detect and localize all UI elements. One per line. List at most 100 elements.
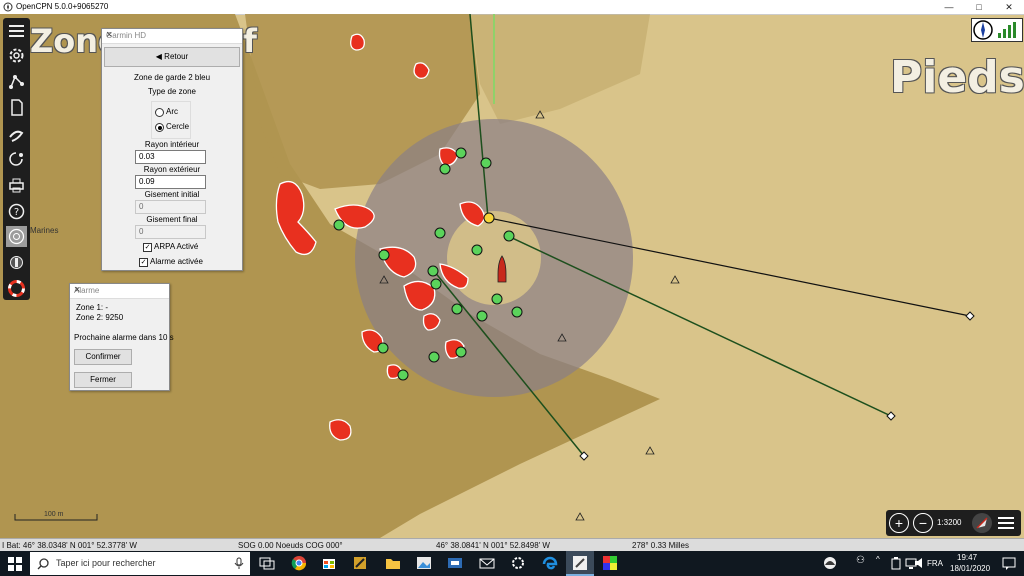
alarm-checkbox[interactable]: ✓ — [139, 258, 148, 267]
settings-app-icon[interactable] — [510, 555, 526, 571]
menu-button[interactable] — [996, 515, 1016, 531]
zone-type-group: Arc Cercle — [151, 101, 191, 139]
guard-zone-dialog: Garmin HD × ◀ Retour Zone de garde 2 ble… — [101, 28, 243, 271]
end-bearing-input: 0 — [135, 225, 206, 239]
ship-icon — [976, 517, 988, 529]
arpa-target — [439, 163, 451, 175]
depth-marker — [575, 512, 585, 521]
back-button[interactable]: ◀ Retour — [104, 47, 240, 67]
close-icon[interactable]: × — [106, 29, 237, 41]
hamburger-icon — [9, 25, 24, 37]
zoom-out-button[interactable]: − — [913, 513, 933, 533]
zone1-status: Zone 1: - — [76, 303, 109, 312]
opencpn-taskbar-button[interactable] — [566, 551, 594, 576]
status-bar: I Bat: 46° 38.0348' N 001° 52.3778' W SO… — [0, 538, 1024, 552]
window-title: OpenCPN 5.0.0+9065270 — [16, 2, 109, 11]
clock-time[interactable]: 19:47 — [957, 553, 977, 562]
taskbar-search-box[interactable]: Taper ici pour rechercher — [30, 552, 250, 575]
battery-icon[interactable] — [890, 555, 902, 571]
zone-type-label: Type de zone — [147, 87, 197, 96]
close-icon[interactable]: × — [74, 284, 164, 296]
microphone-icon — [234, 557, 244, 569]
minimize-button[interactable]: — — [934, 0, 964, 14]
zone2-status: Zone 2: 9250 — [76, 313, 124, 322]
store-icon[interactable] — [321, 555, 337, 571]
arpa-target — [451, 303, 463, 315]
inner-radius-label: Rayon intérieur — [144, 140, 200, 149]
gear-icon — [9, 48, 24, 63]
dialog-header: Garmin HD × — [102, 29, 242, 44]
search-placeholder: Taper ici pour rechercher — [56, 558, 156, 568]
radio-arc[interactable] — [155, 108, 164, 117]
depth-marker — [645, 446, 655, 455]
print-button[interactable] — [6, 175, 27, 196]
depth-marker — [670, 275, 680, 284]
radar-plugin-button[interactable] — [6, 226, 27, 247]
start-bearing-input: 0 — [135, 200, 206, 214]
close-window-button[interactable]: ✕ — [994, 0, 1024, 14]
arpa-target — [427, 265, 439, 277]
radio-circle[interactable] — [155, 123, 164, 132]
alarm-checkbox-label: Alarme activée — [150, 257, 203, 266]
windows-start-icon[interactable] — [8, 557, 22, 571]
arpa-target — [428, 351, 440, 363]
confirm-button[interactable]: Confirmer — [74, 349, 132, 365]
mail-icon[interactable] — [479, 555, 495, 571]
outer-radius-input[interactable]: 0.09 — [135, 175, 206, 189]
help-button[interactable]: ? — [6, 201, 27, 222]
vector-end — [965, 311, 975, 321]
arpa-checkbox[interactable]: ✓ — [143, 243, 152, 252]
document-icon — [11, 99, 23, 116]
toolbar-menu-button[interactable] — [6, 20, 27, 41]
outer-radius-label: Rayon extérieur — [143, 165, 201, 174]
close-alarm-button[interactable]: Fermer — [74, 372, 132, 388]
tides-button[interactable] — [6, 149, 27, 170]
color-app-icon[interactable] — [602, 555, 618, 571]
volume-icon[interactable] — [914, 555, 926, 571]
arpa-target — [480, 157, 492, 169]
zoom-in-button[interactable]: + — [889, 513, 909, 533]
zoom-control-panel: + − 1:3200 — [886, 510, 1021, 536]
guard-zone-inner — [447, 211, 541, 305]
track-button[interactable] — [6, 123, 27, 144]
photo-app-icon[interactable] — [416, 555, 432, 571]
arpa-target — [511, 306, 523, 318]
route-button[interactable] — [6, 71, 27, 92]
maximize-button[interactable]: □ — [964, 0, 994, 14]
network-app-icon[interactable] — [447, 555, 463, 571]
app-icon[interactable] — [352, 555, 368, 571]
edge-icon[interactable] — [542, 555, 558, 571]
compass-widget[interactable] — [971, 18, 1023, 42]
file-explorer-icon[interactable] — [385, 555, 401, 571]
clock-date[interactable]: 18/01/2020 — [950, 564, 990, 573]
inner-radius-input[interactable]: 0.03 — [135, 150, 206, 164]
weather-icon[interactable] — [822, 555, 838, 571]
arpa-target — [377, 342, 389, 354]
arpa-target-selected — [483, 212, 495, 224]
lifebuoy-icon — [8, 280, 25, 297]
input-language[interactable]: FRA — [927, 559, 943, 568]
scale-readout: 1:3200 — [937, 518, 962, 527]
mob-button[interactable] — [6, 278, 27, 299]
track-icon — [9, 130, 24, 142]
speed-course: SOG 0.00 Noeuds COG 000° — [238, 541, 343, 550]
opencpn-icon — [573, 556, 587, 570]
search-icon — [37, 558, 49, 570]
task-view-icon[interactable] — [259, 555, 275, 571]
ship-position: I Bat: 46° 38.0348' N 001° 52.3778' W — [2, 541, 137, 550]
tray-chevron-icon[interactable]: ^ — [876, 555, 880, 564]
chrome-icon[interactable] — [291, 555, 307, 571]
people-icon[interactable]: ⚇ — [856, 555, 865, 566]
gps-button[interactable] — [6, 252, 27, 273]
windows-taskbar: Taper ici pour rechercher ⚇ ^ FRA 19:47 … — [0, 551, 1024, 576]
arpa-target — [476, 310, 488, 322]
cursor-bearing-distance: 278° 0.33 Milles — [632, 541, 690, 550]
route-manager-button[interactable] — [6, 97, 27, 118]
cursor-position: 46° 38.0841' N 001° 52.8498' W — [436, 541, 550, 550]
notifications-icon[interactable] — [1002, 555, 1016, 571]
ship-follow-button[interactable] — [972, 513, 992, 533]
depth-unit-overlay: Pieds — [890, 52, 1024, 103]
compass-icon — [973, 20, 1016, 40]
window-titlebar: OpenCPN 5.0.0+9065270 — □ ✕ — [0, 0, 1024, 15]
settings-button[interactable] — [6, 45, 27, 66]
